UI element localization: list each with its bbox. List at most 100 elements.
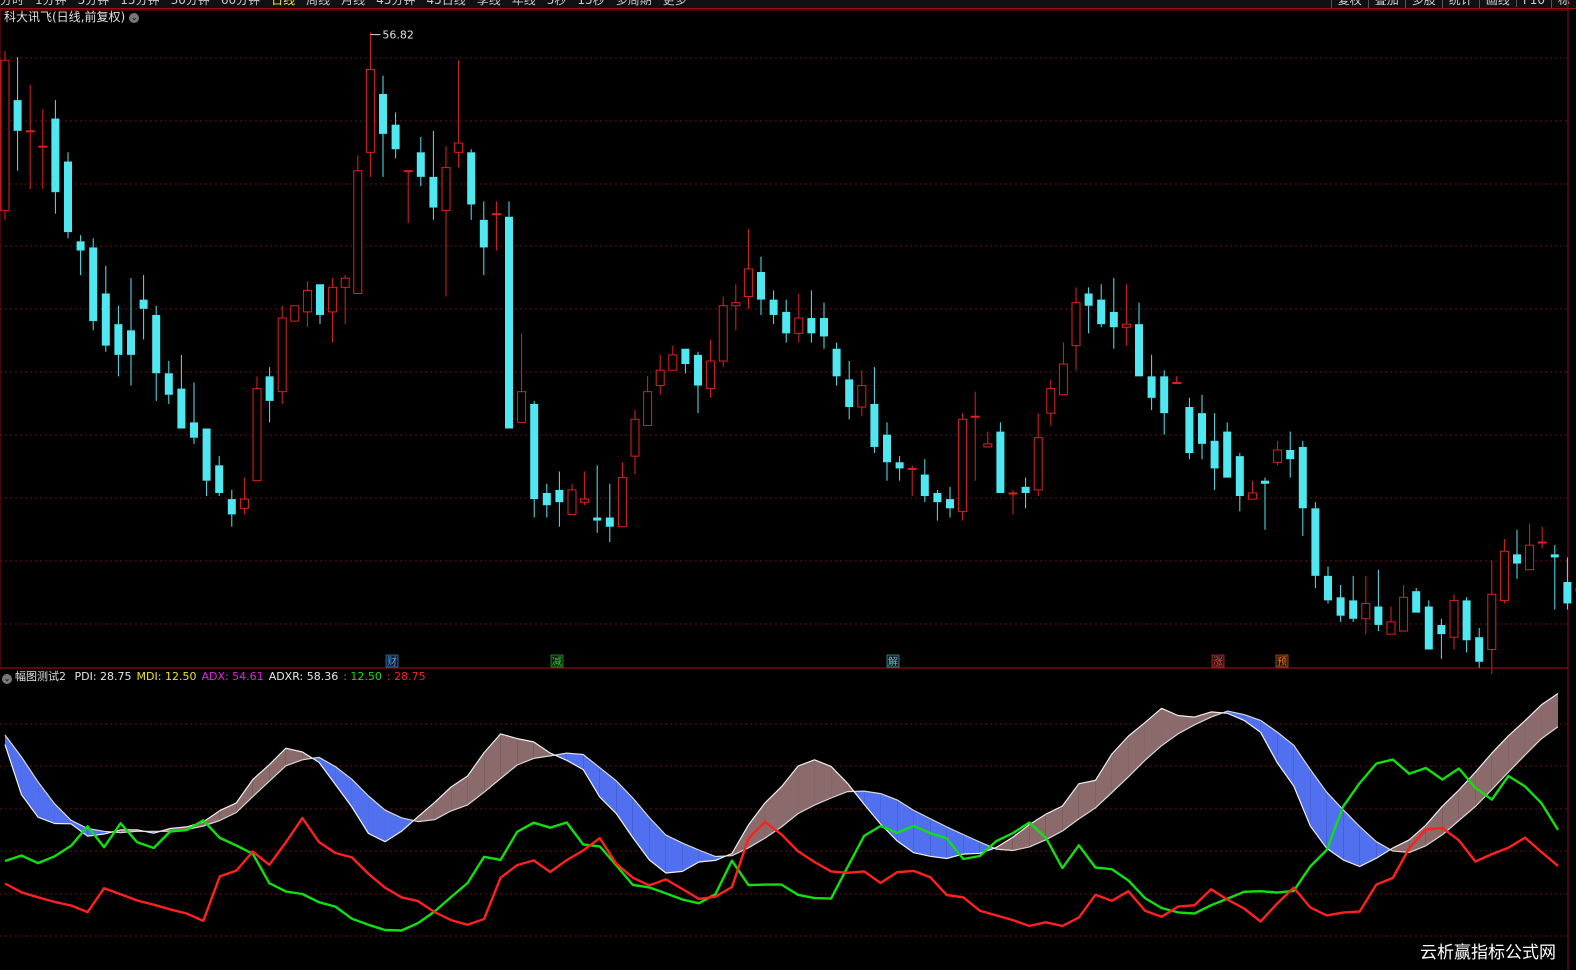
- candle: [845, 360, 854, 420]
- candle-body: [1135, 324, 1143, 377]
- candle: [429, 130, 438, 220]
- candle: [227, 489, 236, 527]
- candle-body: [290, 305, 300, 322]
- candle: [177, 354, 186, 429]
- candle: [416, 136, 425, 187]
- candle: [467, 149, 476, 220]
- candle: [1198, 394, 1206, 460]
- candle-body: [593, 517, 602, 521]
- legend-item: PDI: 28.75: [74, 670, 132, 683]
- candle: [265, 367, 274, 423]
- band-segment: [219, 802, 237, 821]
- candle: [1537, 526, 1547, 549]
- candle-body: [668, 354, 678, 371]
- candle: [328, 278, 338, 343]
- candle-body: [1412, 591, 1421, 613]
- candle-body: [38, 145, 48, 148]
- candle-body: [101, 293, 110, 346]
- candle: [1109, 278, 1118, 349]
- candle-body: [1235, 456, 1244, 497]
- candle: [25, 84, 35, 190]
- candle: [655, 354, 665, 395]
- candle-body: [391, 124, 400, 150]
- candle: [1235, 453, 1244, 512]
- candle-body: [1374, 606, 1383, 625]
- candle: [1261, 477, 1269, 530]
- candle: [1033, 413, 1043, 497]
- candle: [617, 462, 627, 528]
- candle: [782, 299, 791, 343]
- candle-body: [1198, 413, 1206, 444]
- candle-body: [1513, 554, 1521, 564]
- candle-body: [505, 216, 513, 429]
- candle: [1135, 302, 1143, 377]
- candle-body: [605, 517, 614, 527]
- candle-body: [681, 348, 690, 365]
- candle: [239, 477, 249, 515]
- candle: [530, 400, 539, 518]
- candle: [820, 302, 828, 349]
- candle-body: [365, 68, 375, 153]
- candle-body: [152, 314, 161, 374]
- candle-body: [1550, 554, 1559, 558]
- event-marker-label: 预: [1277, 656, 1287, 668]
- candle: [277, 305, 287, 404]
- candle: [1424, 600, 1433, 650]
- candle: [1021, 477, 1030, 509]
- candle: [1437, 618, 1446, 659]
- candle-body: [403, 170, 413, 173]
- collapse-icon[interactable]: ⌄: [2, 674, 12, 684]
- candle-body: [164, 373, 173, 395]
- candle-body: [1033, 437, 1043, 491]
- max-price-label: 56.82: [382, 29, 414, 42]
- candle-body: [757, 271, 765, 300]
- band-segment: [1376, 841, 1391, 859]
- candle: [1071, 287, 1081, 371]
- candle: [1097, 284, 1106, 328]
- candle: [1147, 354, 1156, 411]
- candle-body: [643, 391, 653, 426]
- candle-body: [542, 492, 551, 506]
- event-marker-label: 解: [888, 655, 898, 668]
- candle: [101, 265, 110, 352]
- candle-body: [530, 403, 539, 500]
- candle: [1399, 585, 1409, 632]
- candle-body: [769, 299, 778, 315]
- candle-body: [706, 360, 716, 390]
- candle-body: [340, 277, 350, 288]
- event-marker-label: 财: [387, 655, 397, 668]
- candle: [379, 75, 387, 177]
- candle-body: [328, 286, 338, 313]
- candle-body: [64, 161, 72, 233]
- candle-body: [1449, 599, 1459, 638]
- candle: [1046, 379, 1056, 426]
- candle-body: [996, 431, 1005, 493]
- candle-body: [1336, 597, 1345, 616]
- candle: [302, 281, 312, 328]
- band-segment: [252, 764, 270, 797]
- candle-body: [807, 318, 816, 334]
- event-marker: 预: [1275, 654, 1289, 668]
- candle-body: [227, 499, 236, 515]
- indicator-title: 幅图测试2: [15, 670, 66, 683]
- candle: [1286, 431, 1295, 478]
- candle-body: [467, 152, 476, 205]
- candle: [731, 284, 741, 331]
- candle-body: [895, 462, 904, 469]
- candle-body: [883, 434, 891, 463]
- main-panel-border: [0, 9, 1569, 669]
- candle: [1058, 342, 1068, 396]
- candle: [517, 333, 527, 423]
- candle: [0, 51, 10, 220]
- candle-body: [1273, 449, 1283, 463]
- band-segment: [665, 835, 683, 874]
- candle: [1412, 588, 1421, 613]
- candle-body: [13, 100, 22, 131]
- candle: [643, 376, 653, 426]
- candle-body: [479, 219, 488, 248]
- candle: [391, 112, 400, 159]
- candle-body: [302, 289, 312, 313]
- candle: [114, 305, 123, 377]
- candle-body: [177, 388, 186, 429]
- legend-item: MDI: 12.50: [136, 670, 197, 683]
